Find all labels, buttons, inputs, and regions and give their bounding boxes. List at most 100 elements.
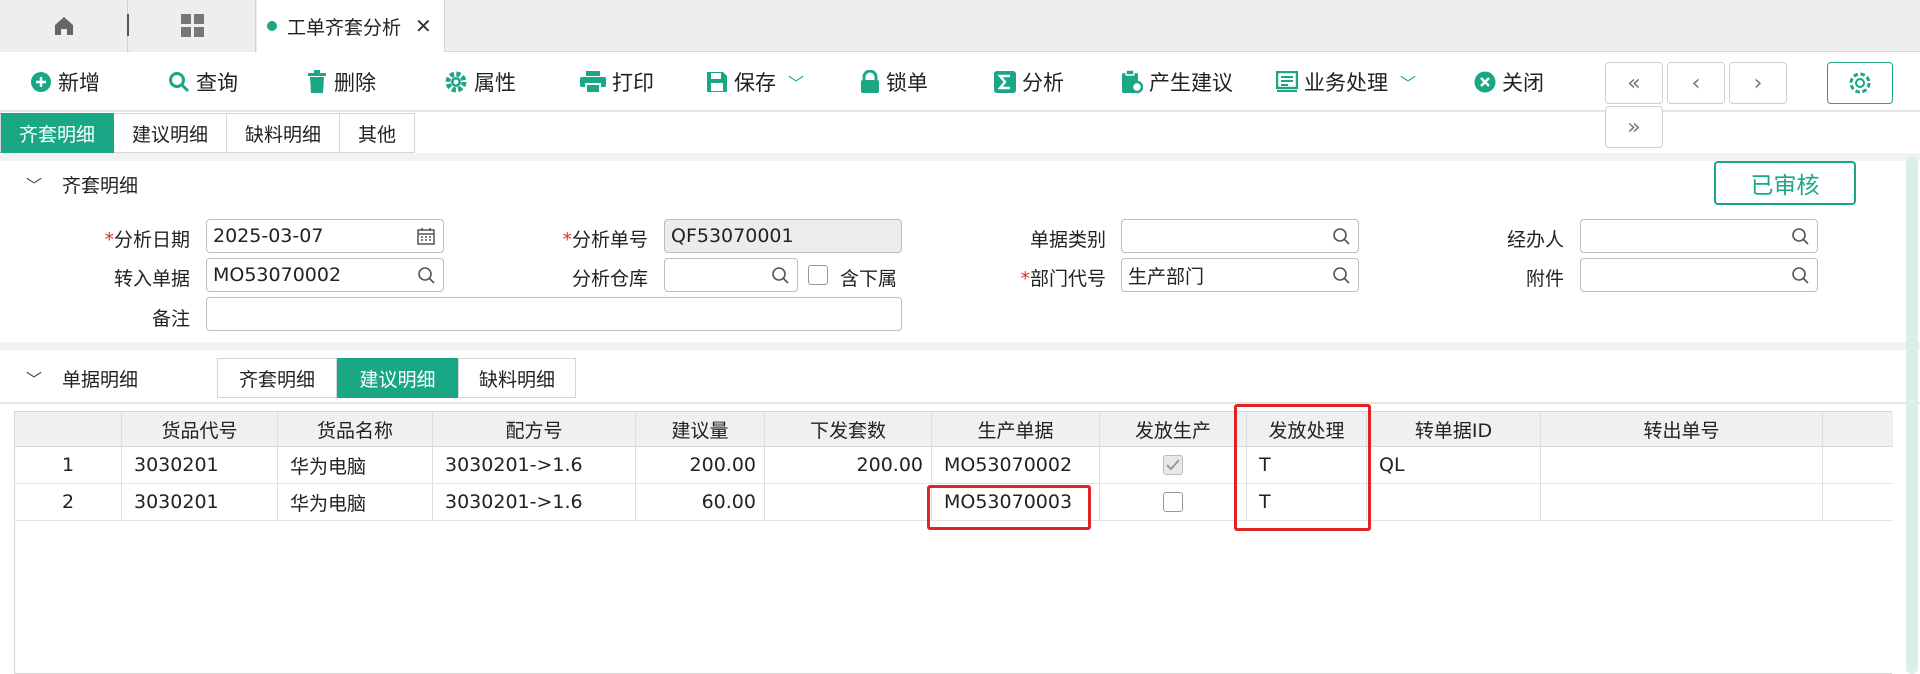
- home-icon: [54, 17, 73, 35]
- search-icon[interactable]: [771, 266, 789, 284]
- cell-formula[interactable]: 3030201->1.6: [433, 484, 636, 520]
- clipboard-gear-icon: [1122, 70, 1143, 94]
- remark-label: 备注: [151, 308, 190, 330]
- calendar-icon[interactable]: [417, 227, 435, 245]
- main-subtabs: 齐套明细 建议明细 缺料明细 其他: [0, 113, 416, 153]
- search-icon[interactable]: [1332, 227, 1350, 245]
- col-header-qty[interactable]: 建议量: [636, 412, 765, 447]
- doc-type-field[interactable]: [1121, 219, 1359, 253]
- released-checkbox[interactable]: [1163, 492, 1183, 512]
- suggest-button[interactable]: 产生建议: [1121, 66, 1233, 98]
- cell-mo[interactable]: MO53070002: [932, 447, 1100, 483]
- dept-value: 生产部门: [1128, 265, 1205, 288]
- section-detail-header[interactable]: ﹀ 单据明细: [0, 358, 138, 398]
- analysis-no-field[interactable]: QF53070001: [664, 219, 902, 253]
- cell-formula[interactable]: 3030201->1.6: [433, 447, 636, 483]
- attach-field[interactable]: [1580, 258, 1818, 292]
- close-button[interactable]: 关闭: [1474, 66, 1544, 98]
- cell-doc-id[interactable]: QL: [1367, 447, 1541, 483]
- search-icon[interactable]: [1332, 266, 1350, 284]
- col-header-released[interactable]: 发放生产: [1100, 412, 1247, 447]
- cell-name[interactable]: 华为电脑: [278, 447, 433, 483]
- active-dot-icon: [267, 21, 277, 31]
- print-button[interactable]: 打印: [580, 66, 654, 98]
- document-list-icon: [1276, 71, 1298, 92]
- lock-button[interactable]: 锁单: [860, 66, 928, 98]
- save-icon: [707, 72, 727, 92]
- cell-sets[interactable]: 200.00: [765, 447, 932, 483]
- cell-name[interactable]: 华为电脑: [278, 484, 433, 520]
- handler-field[interactable]: [1580, 219, 1818, 253]
- delete-button[interactable]: 删除: [306, 66, 376, 98]
- divider-line: [0, 402, 1920, 404]
- cell-code[interactable]: 3030201: [122, 484, 278, 520]
- warehouse-field[interactable]: [664, 258, 798, 292]
- cell-qty[interactable]: 200.00: [636, 447, 765, 483]
- home-tab[interactable]: [0, 0, 128, 52]
- search-icon[interactable]: [1791, 266, 1809, 284]
- remark-field[interactable]: [206, 297, 902, 331]
- subtab-kit-detail[interactable]: 齐套明细: [0, 113, 115, 153]
- chevron-down-icon[interactable]: ﹀: [1400, 70, 1416, 94]
- search-icon[interactable]: [417, 266, 435, 284]
- add-label: 新增: [58, 71, 100, 95]
- first-record-button[interactable]: «: [1605, 62, 1663, 104]
- col-header-sets[interactable]: 下发套数: [765, 412, 932, 447]
- section-title: 齐套明细: [62, 174, 139, 197]
- dept-field[interactable]: 生产部门: [1121, 258, 1359, 292]
- col-header-formula[interactable]: 配方号: [433, 412, 636, 447]
- save-button[interactable]: 保存 ﹀: [706, 66, 804, 98]
- settings-button[interactable]: [1827, 62, 1893, 104]
- analysis-date-value: 2025-03-07: [213, 225, 324, 247]
- properties-label: 属性: [474, 71, 516, 95]
- subtab-other[interactable]: 其他: [340, 113, 416, 153]
- col-header-name[interactable]: 货品名称: [278, 412, 433, 447]
- gear-icon: [445, 71, 467, 93]
- col-header-doc-id[interactable]: 转单据ID: [1367, 412, 1541, 447]
- properties-button[interactable]: 属性: [444, 66, 516, 98]
- include-sub-checkbox[interactable]: [808, 265, 828, 285]
- row-index: 1: [15, 447, 122, 483]
- prev-record-button[interactable]: ‹: [1667, 62, 1725, 104]
- col-header-mo[interactable]: 生产单据: [932, 412, 1100, 447]
- business-button[interactable]: 业务处理 ﹀: [1276, 66, 1416, 98]
- analyze-button[interactable]: 分析: [994, 66, 1064, 98]
- col-header-out-no[interactable]: 转出单号: [1541, 412, 1823, 447]
- detail-tab-kit[interactable]: 齐套明细: [217, 358, 337, 398]
- cell-sets[interactable]: [765, 484, 932, 520]
- cell-code[interactable]: 3030201: [122, 447, 278, 483]
- cell-doc-id[interactable]: [1367, 484, 1541, 520]
- cell-qty[interactable]: 60.00: [636, 484, 765, 520]
- search-icon[interactable]: [1791, 227, 1809, 245]
- apps-tab[interactable]: [130, 0, 256, 52]
- cell-out-no[interactable]: [1541, 484, 1823, 520]
- source-doc-field[interactable]: MO53070002: [206, 258, 444, 292]
- subtab-shortage-detail[interactable]: 缺料明细: [227, 113, 341, 153]
- vertical-scrollbar[interactable]: [1906, 156, 1918, 674]
- query-label: 查询: [196, 71, 238, 95]
- detail-table: 货品代号 货品名称 配方号 建议量 下发套数 生产单据 发放生产 发放处理 转单…: [14, 411, 1893, 674]
- table-header: 货品代号 货品名称 配方号 建议量 下发套数 生产单据 发放生产 发放处理 转单…: [15, 412, 1893, 447]
- detail-tab-shortage[interactable]: 缺料明细: [458, 358, 576, 398]
- detail-tab-suggest[interactable]: 建议明细: [337, 358, 458, 398]
- divider-band: [0, 153, 1920, 161]
- analysis-date-field[interactable]: 2025-03-07: [206, 219, 444, 253]
- released-checkbox[interactable]: [1163, 455, 1183, 475]
- last-record-button[interactable]: »: [1605, 106, 1663, 148]
- subtab-suggest-detail[interactable]: 建议明细: [114, 113, 228, 153]
- tab-work-order-analysis[interactable]: 工单齐套分析 ✕: [257, 0, 445, 52]
- query-button[interactable]: 查询: [168, 66, 238, 98]
- col-header-code[interactable]: 货品代号: [122, 412, 278, 447]
- close-tab-icon[interactable]: ✕: [415, 14, 432, 38]
- chevron-down-icon: ﹀: [26, 176, 43, 195]
- trash-icon: [308, 70, 326, 93]
- save-label: 保存: [734, 71, 776, 95]
- table-row[interactable]: 1 3030201 华为电脑 3030201->1.6 200.00 200.0…: [15, 447, 1893, 484]
- cell-out-no[interactable]: [1541, 447, 1823, 483]
- delete-label: 删除: [334, 71, 376, 95]
- add-button[interactable]: 新增: [30, 66, 100, 98]
- section-kit-header[interactable]: ﹀ 齐套明细: [0, 164, 138, 204]
- next-record-button[interactable]: ›: [1729, 62, 1787, 104]
- chevron-down-icon[interactable]: ﹀: [788, 70, 804, 94]
- source-doc-value: MO53070002: [213, 264, 342, 286]
